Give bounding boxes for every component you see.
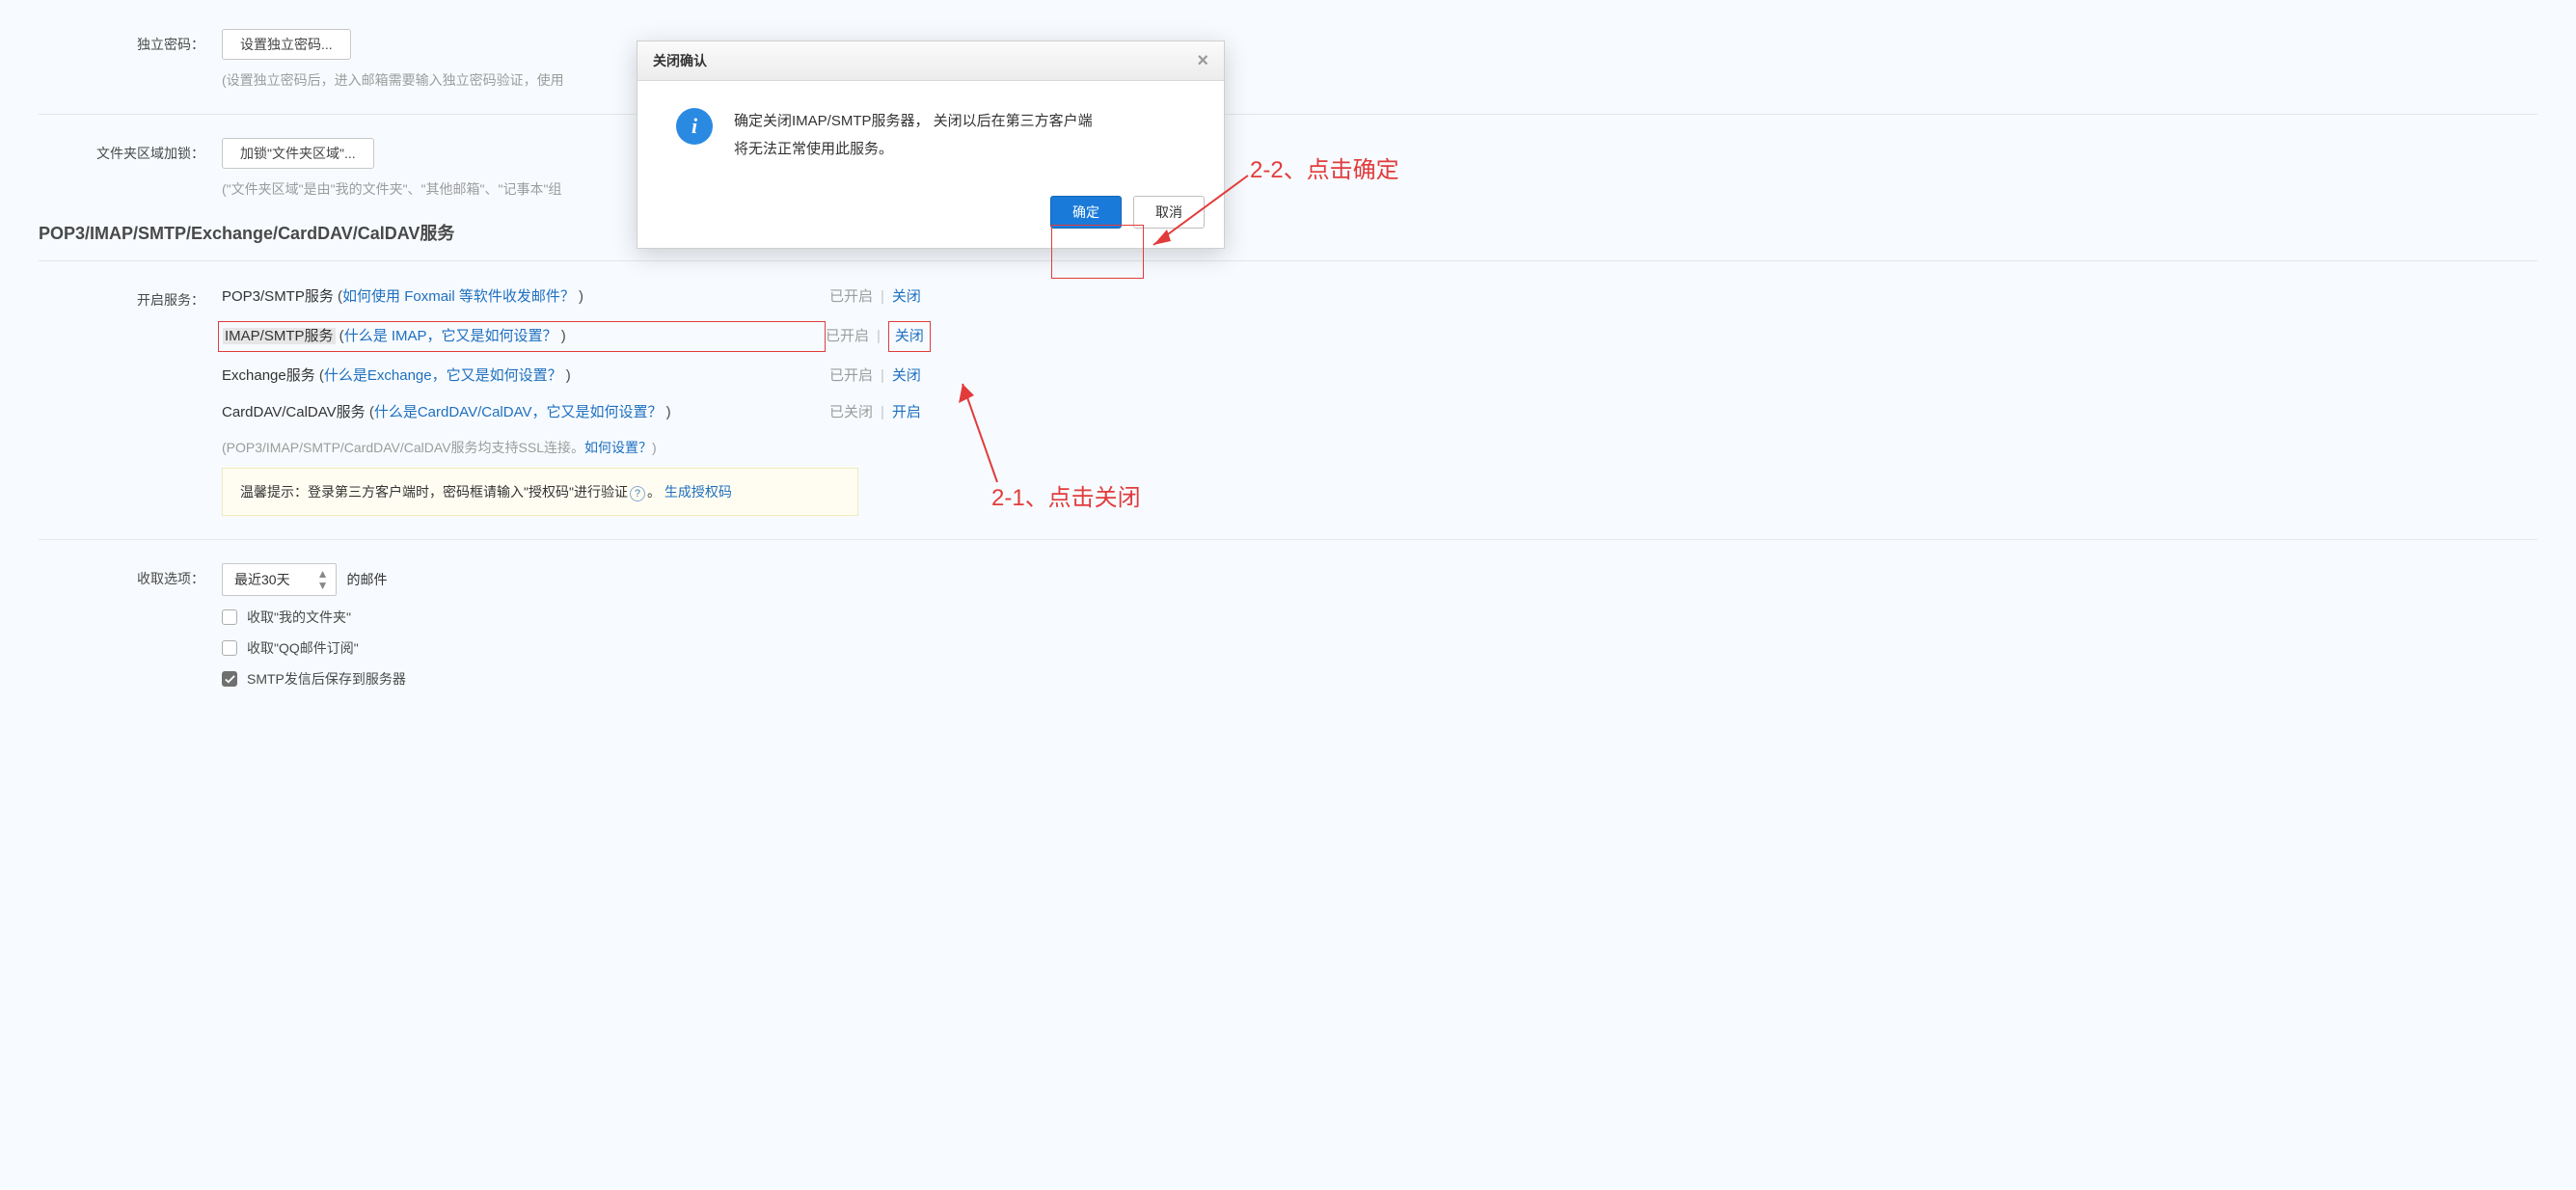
service-toggle-link[interactable]: 关闭 [892, 284, 921, 310]
folder-lock-hint: ("文件夹区域"是由"我的文件夹"、"其他邮箱"、"记事本"组 [222, 178, 2537, 200]
folder-lock-label: 文件夹区域加锁： [39, 138, 222, 169]
select-value: 最近30天 [234, 570, 290, 589]
checkbox-label: 收取"QQ邮件订阅" [247, 638, 359, 658]
help-icon[interactable]: ? [630, 486, 645, 501]
independent-password-label: 独立密码： [39, 29, 222, 60]
info-icon: i [676, 108, 713, 145]
updown-icon: ▲▼ [317, 568, 329, 591]
cancel-button[interactable]: 取消 [1133, 196, 1205, 229]
services-section-title: POP3/IMAP/SMTP/Exchange/CardDAV/CalDAV服务 [39, 220, 2537, 245]
checkbox-icon [222, 609, 237, 625]
service-name: CardDAV/CalDAV服务 [222, 404, 366, 420]
service-help-link[interactable]: 如何使用 Foxmail 等软件收发邮件？ [342, 288, 575, 305]
receive-suffix: 的邮件 [346, 570, 387, 589]
enable-service-label: 开启服务： [39, 284, 222, 315]
service-status: 已开启 [826, 324, 869, 349]
service-name: Exchange服务 [222, 367, 315, 384]
service-help-link[interactable]: 什么是CardDAV/CalDAV，它又是如何设置？ [374, 404, 663, 420]
auth-code-tipbox: 温馨提示：登录第三方客户端时，密码框请输入"授权码"进行验证?。 生成授权码 [222, 468, 858, 516]
service-toggle-link[interactable]: 开启 [892, 400, 921, 425]
receive-range-select[interactable]: 最近30天 ▲▼ [222, 563, 337, 596]
service-toggle-link[interactable]: 关闭 [888, 321, 931, 352]
service-status: 已开启 [829, 284, 873, 310]
independent-password-hint: (设置独立密码后，进入邮箱需要输入独立密码验证，使用 [222, 69, 2537, 91]
checkbox-qqsubscribe[interactable]: 收取"QQ邮件订阅" [222, 638, 2537, 658]
service-name: IMAP/SMTP服务 [223, 328, 336, 344]
service-help-link[interactable]: 什么是 IMAP，它又是如何设置？ [344, 328, 557, 344]
receive-option-label: 收取选项： [39, 563, 222, 594]
separator: | [877, 324, 881, 349]
service-pop3smtp: POP3/SMTP服务 (如何使用 Foxmail 等软件收发邮件？ ) 已开启… [222, 284, 2537, 310]
service-carddavcaldav: CardDAV/CalDAV服务 (什么是CardDAV/CalDAV，它又是如… [222, 400, 2537, 425]
checkbox-icon [222, 671, 237, 687]
service-status: 已关闭 [829, 400, 873, 425]
dialog-message-line2: 将无法正常使用此服务。 [734, 136, 1093, 164]
divider [39, 539, 2537, 540]
dialog-title: 关闭确认 [653, 51, 707, 70]
separator: | [881, 364, 884, 389]
separator: | [881, 400, 884, 425]
checkbox-label: SMTP发信后保存到服务器 [247, 669, 406, 689]
close-icon[interactable]: × [1197, 51, 1208, 70]
divider [39, 114, 2537, 115]
confirm-button[interactable]: 确定 [1050, 196, 1122, 229]
checkbox-label: 收取"我的文件夹" [247, 608, 351, 627]
service-status: 已开启 [829, 364, 873, 389]
checkbox-smtp-save[interactable]: SMTP发信后保存到服务器 [222, 669, 2537, 689]
close-confirm-dialog: 关闭确认 × i 确定关闭IMAP/SMTP服务器， 关闭以后在第三方客户端 将… [637, 41, 1225, 249]
generate-auth-code-link[interactable]: 生成授权码 [664, 484, 732, 500]
divider [39, 260, 2537, 261]
ssl-hint: (POP3/IMAP/SMTP/CardDAV/CalDAV服务均支持SSL连接… [222, 437, 2537, 458]
separator: | [881, 284, 884, 310]
tip-text: 温馨提示：登录第三方客户端时，密码框请输入"授权码"进行验证 [240, 484, 628, 500]
checkbox-icon [222, 640, 237, 656]
checkbox-myfolder[interactable]: 收取"我的文件夹" [222, 608, 2537, 627]
service-name: POP3/SMTP服务 [222, 288, 334, 305]
ssl-how-link[interactable]: 如何设置？ [584, 440, 652, 455]
service-exchange: Exchange服务 (什么是Exchange，它又是如何设置？ ) 已开启 |… [222, 364, 2537, 389]
dialog-message-line1: 确定关闭IMAP/SMTP服务器， 关闭以后在第三方客户端 [734, 108, 1093, 136]
service-toggle-link[interactable]: 关闭 [892, 364, 921, 389]
set-independent-password-button[interactable]: 设置独立密码... [222, 29, 351, 60]
service-imapsmtp: IMAP/SMTP服务 (什么是 IMAP，它又是如何设置？ ) 已开启 | 关… [222, 321, 2537, 352]
lock-folder-button[interactable]: 加锁"文件夹区域"... [222, 138, 374, 169]
service-help-link[interactable]: 什么是Exchange，它又是如何设置？ [324, 367, 562, 384]
